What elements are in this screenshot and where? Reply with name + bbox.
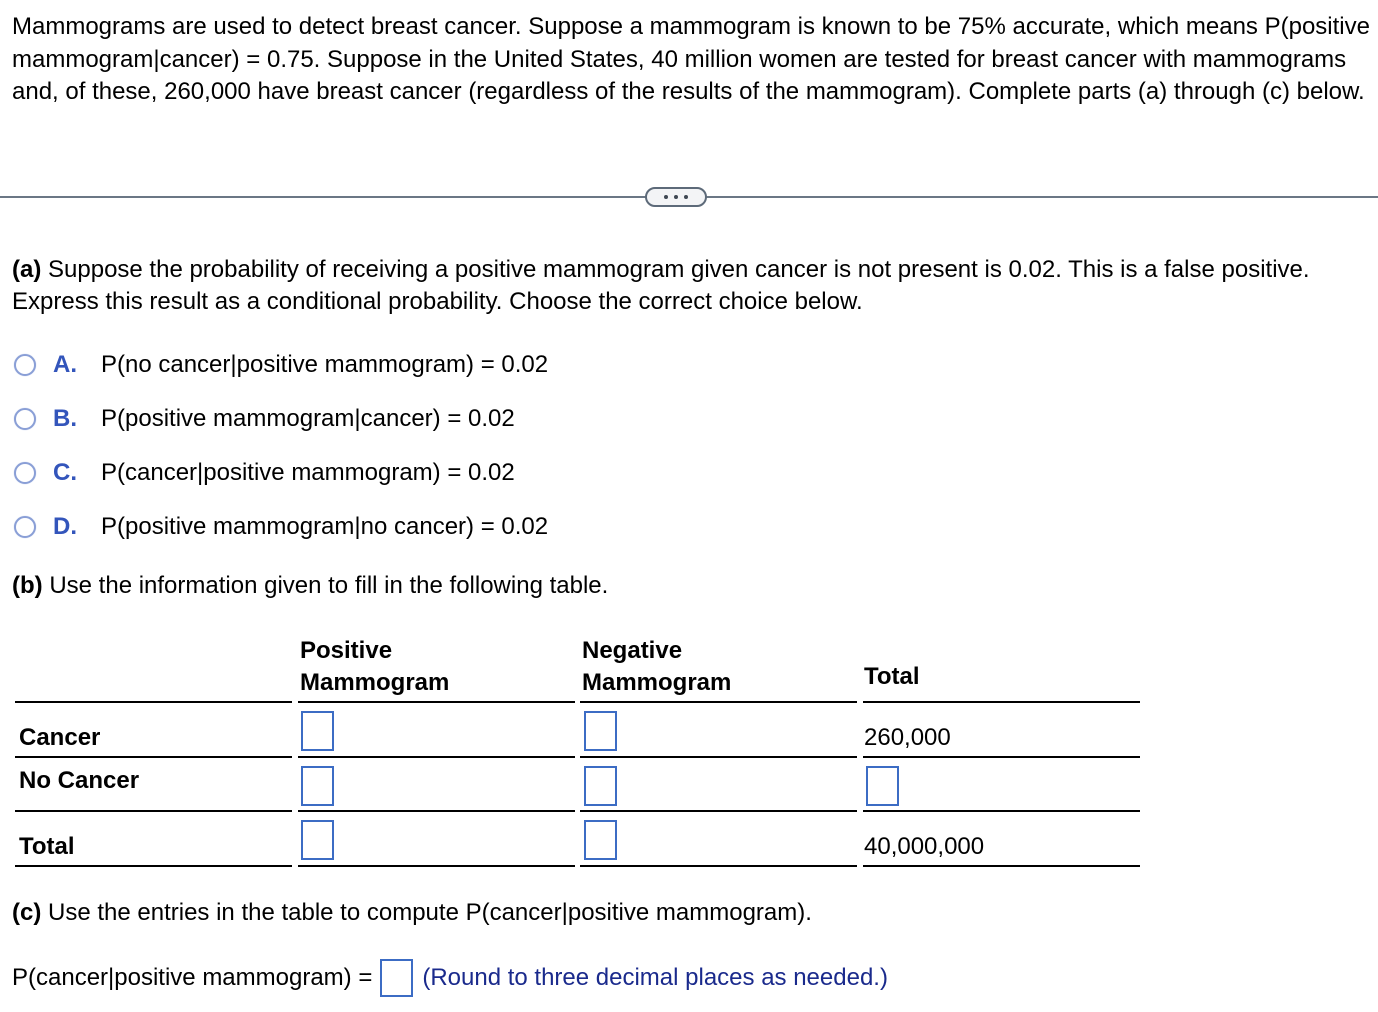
- part-c-question: (c) Use the entries in the table to comp…: [12, 897, 812, 929]
- radio-button[interactable]: [14, 354, 36, 376]
- section-divider: [0, 185, 1378, 209]
- radio-button[interactable]: [14, 462, 36, 484]
- choice-text: P(cancer|positive mammogram) = 0.02: [101, 459, 515, 486]
- choice-text: P(positive mammogram|no cancer) = 0.02: [101, 513, 549, 540]
- part-b-question: (b) Use the information given to fill in…: [12, 570, 608, 602]
- part-a-label: (a): [12, 256, 42, 283]
- cancer-total-value: 260,000: [864, 724, 951, 751]
- table-rule: [863, 865, 1140, 867]
- header-text: Mammogram: [582, 669, 732, 696]
- show-more-button[interactable]: [645, 187, 707, 207]
- ellipsis-icon: [684, 195, 688, 199]
- answer-label: P(cancer|positive mammogram) =: [12, 964, 373, 991]
- contingency-table: Positive Mammogram Negative Mammogram To…: [0, 630, 1378, 870]
- cancer-positive-input[interactable]: [301, 711, 334, 751]
- row-label-cancer: Cancer: [19, 724, 101, 751]
- problem-statement: Mammograms are used to detect breast can…: [12, 13, 1370, 105]
- part-b-text: Use the information given to fill in the…: [42, 572, 609, 599]
- part-a-question: (a) Suppose the probability of receiving…: [12, 254, 1372, 318]
- no-cancer-positive-input[interactable]: [301, 766, 334, 806]
- table-rule: [15, 701, 292, 703]
- part-b-label: (b): [12, 572, 43, 599]
- choice-letter: A.: [53, 351, 77, 378]
- choice-text: P(no cancer|positive mammogram) = 0.02: [101, 351, 549, 378]
- ellipsis-icon: [664, 195, 668, 199]
- conditional-probability-input[interactable]: [380, 959, 414, 997]
- choice-text: P(positive mammogram|cancer) = 0.02: [101, 405, 515, 432]
- table-rule: [15, 810, 292, 812]
- row-label-total: Total: [19, 833, 75, 860]
- radio-button[interactable]: [14, 408, 36, 430]
- choice-letter: D.: [53, 513, 77, 540]
- table-rule: [15, 756, 292, 758]
- table-rule: [15, 865, 292, 867]
- no-cancer-total-input[interactable]: [866, 766, 899, 806]
- table-rule: [580, 865, 857, 867]
- rounding-hint: (Round to three decimal places as needed…: [422, 964, 888, 991]
- choice-b[interactable]: B. P(positive mammogram|cancer) = 0.02: [14, 392, 548, 446]
- header-negative-mammogram: Negative Mammogram: [582, 635, 731, 699]
- choice-a[interactable]: A. P(no cancer|positive mammogram) = 0.0…: [14, 338, 548, 392]
- choice-d[interactable]: D. P(positive mammogram|no cancer) = 0.0…: [14, 500, 548, 554]
- table-rule: [298, 756, 575, 758]
- header-text: Negative: [582, 637, 683, 664]
- table-rule: [298, 810, 575, 812]
- total-negative-input[interactable]: [584, 820, 617, 860]
- table-rule: [863, 701, 1140, 703]
- cancer-negative-input[interactable]: [584, 711, 617, 751]
- part-c-answer-row: P(cancer|positive mammogram) = (Round to…: [12, 959, 888, 997]
- row-label-no-cancer: No Cancer: [19, 767, 140, 794]
- part-c-text: Use the entries in the table to compute …: [41, 899, 812, 926]
- table-rule: [580, 810, 857, 812]
- table-rule: [580, 756, 857, 758]
- choice-list: A. P(no cancer|positive mammogram) = 0.0…: [14, 338, 548, 554]
- choice-letter: C.: [53, 459, 77, 486]
- choice-c[interactable]: C. P(cancer|positive mammogram) = 0.02: [14, 446, 548, 500]
- part-c-label: (c): [12, 899, 42, 926]
- header-positive-mammogram: Positive Mammogram: [300, 635, 449, 699]
- table-rule: [580, 701, 857, 703]
- table-rule: [863, 756, 1140, 758]
- table-rule: [863, 810, 1140, 812]
- total-positive-input[interactable]: [301, 820, 334, 860]
- no-cancer-negative-input[interactable]: [584, 766, 617, 806]
- header-text: Mammogram: [300, 669, 450, 696]
- radio-button[interactable]: [14, 516, 36, 538]
- part-a-text: Suppose the probability of receiving a p…: [12, 256, 1310, 315]
- ellipsis-icon: [674, 195, 678, 199]
- header-text: Positive: [300, 637, 393, 664]
- table-rule: [298, 701, 575, 703]
- header-total: Total: [864, 663, 920, 690]
- grand-total-value: 40,000,000: [864, 833, 985, 860]
- table-rule: [298, 865, 575, 867]
- choice-letter: B.: [53, 405, 77, 432]
